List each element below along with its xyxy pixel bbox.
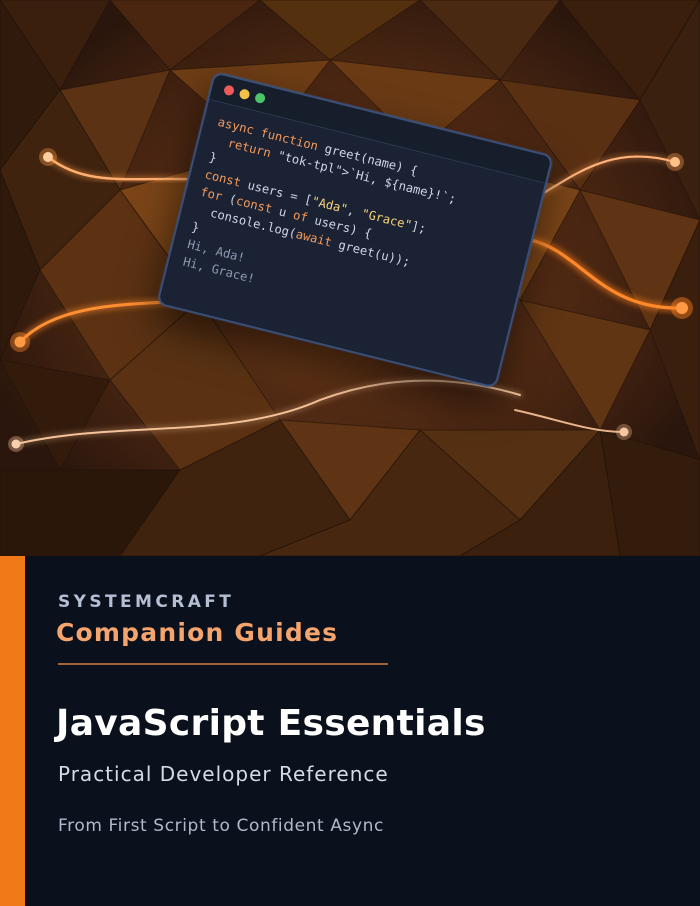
series-name: Companion Guides bbox=[56, 618, 339, 647]
publisher-brand: SYSTEMCRAFT bbox=[58, 592, 235, 612]
book-title: JavaScript Essentials bbox=[56, 703, 486, 744]
book-subtitle: Practical Developer Reference bbox=[58, 762, 389, 786]
divider bbox=[58, 663, 388, 665]
cover-artwork: async function greet(name) { return "tok… bbox=[0, 0, 700, 556]
maximize-dot-icon bbox=[254, 92, 267, 105]
accent-bar bbox=[0, 556, 25, 906]
close-dot-icon bbox=[222, 84, 236, 97]
book-tagline: From First Script to Confident Async bbox=[58, 816, 384, 836]
book-cover: async function greet(name) { return "tok… bbox=[0, 0, 700, 906]
minimize-dot-icon bbox=[238, 88, 251, 101]
